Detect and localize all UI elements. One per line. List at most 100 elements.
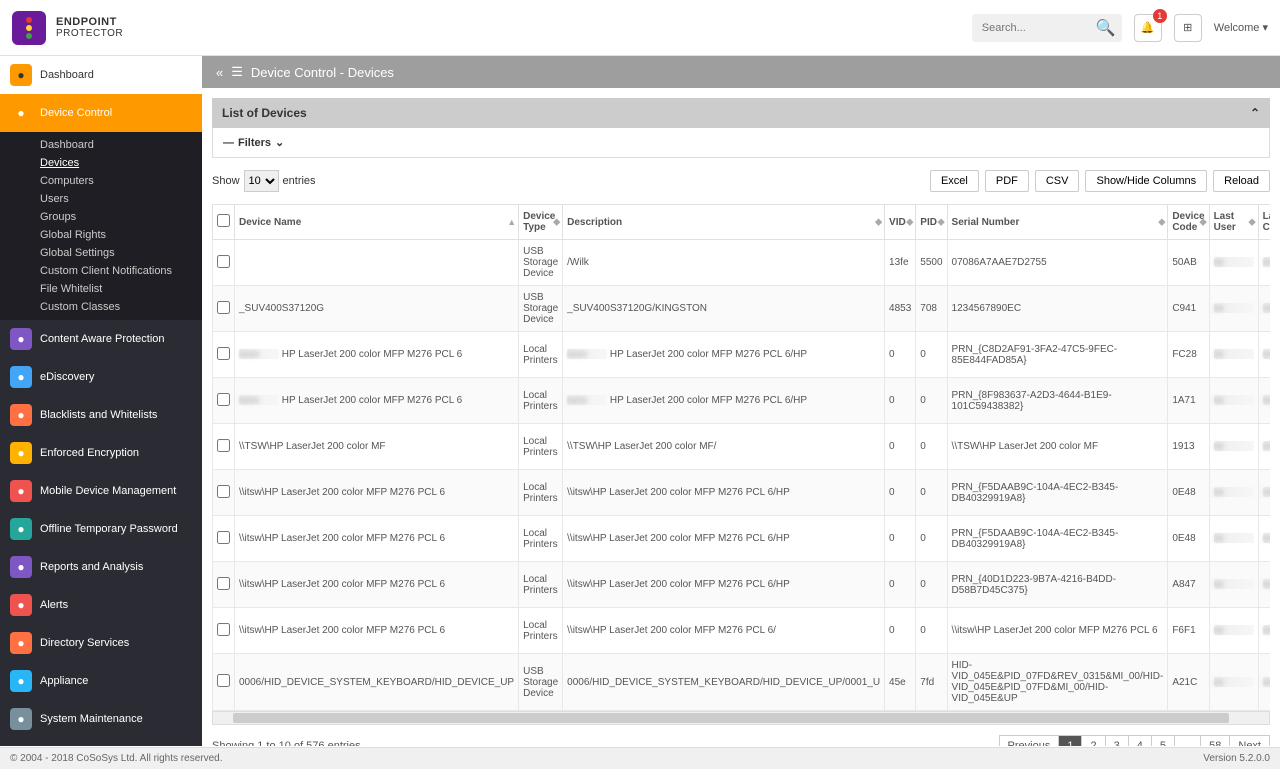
cell-computer: xxxx bbox=[1258, 654, 1270, 711]
subnav-item[interactable]: Dashboard bbox=[40, 136, 202, 154]
cell-code: A847 bbox=[1168, 562, 1209, 608]
sidebar-item[interactable]: ●Blacklists and Whitelists bbox=[0, 396, 202, 434]
sort-icon: ▲ bbox=[507, 217, 516, 227]
column-header[interactable]: VID◆ bbox=[885, 205, 916, 240]
filters-toggle[interactable]: — Filters ⌄ bbox=[223, 136, 284, 149]
header: ENDPOINTPROTECTOR 🔍 🔔1 ⊞ Welcome ▾ bbox=[0, 0, 1280, 56]
cell-type: Local Printers bbox=[519, 608, 563, 654]
sidebar-item[interactable]: ●Offline Temporary Password bbox=[0, 510, 202, 548]
collapse-sidebar-icon[interactable]: « bbox=[216, 65, 223, 80]
subnav-item[interactable]: Groups bbox=[40, 208, 202, 226]
sidebar-item-label: Blacklists and Whitelists bbox=[40, 409, 157, 421]
sort-icon: ◆ bbox=[875, 217, 882, 228]
sidebar-item[interactable]: ●System Maintenance bbox=[0, 700, 202, 738]
reload-button[interactable]: Reload bbox=[1213, 170, 1270, 192]
cell-sn: PRN_{40D1D223-9B7A-4216-B4DD-D58B7D45C37… bbox=[947, 562, 1168, 608]
subnav-item[interactable]: Computers bbox=[40, 172, 202, 190]
subnav-item[interactable]: Users bbox=[40, 190, 202, 208]
column-header[interactable]: PID◆ bbox=[916, 205, 947, 240]
subnav-item[interactable]: Global Settings bbox=[40, 244, 202, 262]
page-button[interactable]: ... bbox=[1174, 735, 1201, 746]
row-checkbox[interactable] bbox=[217, 531, 230, 544]
cell-pid: 0 bbox=[916, 562, 947, 608]
cell-type: Local Printers bbox=[519, 470, 563, 516]
row-checkbox[interactable] bbox=[217, 347, 230, 360]
subnav-item[interactable]: Global Rights bbox=[40, 226, 202, 244]
cell-computer: xxxx bbox=[1258, 562, 1270, 608]
search-box: 🔍 bbox=[972, 14, 1122, 42]
column-header[interactable]: Last Computer◆ bbox=[1258, 205, 1270, 240]
subnav-item[interactable]: Devices bbox=[40, 154, 202, 172]
page-button[interactable]: Previous bbox=[999, 735, 1060, 746]
cell-sn: PRN_{F5DAAB9C-104A-4EC2-B345-DB40329919A… bbox=[947, 516, 1168, 562]
grid-icon[interactable]: ⊞ bbox=[1174, 14, 1202, 42]
nav-icon: ● bbox=[10, 366, 32, 388]
column-header[interactable]: Device Type◆ bbox=[519, 205, 563, 240]
csv-button[interactable]: CSV bbox=[1035, 170, 1080, 192]
row-checkbox[interactable] bbox=[217, 623, 230, 636]
welcome-menu[interactable]: Welcome ▾ bbox=[1214, 21, 1268, 34]
sidebar-item[interactable]: ●Dashboard bbox=[0, 56, 202, 94]
entries-select[interactable]: 10 bbox=[244, 170, 279, 192]
search-icon[interactable]: 🔍 bbox=[1096, 18, 1116, 38]
sort-icon: ◆ bbox=[1158, 217, 1165, 228]
subnav-item[interactable]: Custom Client Notifications bbox=[40, 262, 202, 280]
brand-text: ENDPOINTPROTECTOR bbox=[56, 16, 123, 39]
cell-vid: 4853 bbox=[885, 286, 916, 332]
column-header[interactable]: Description◆ bbox=[563, 205, 885, 240]
row-checkbox[interactable] bbox=[217, 301, 230, 314]
page-button[interactable]: 58 bbox=[1200, 735, 1230, 746]
row-checkbox[interactable] bbox=[217, 439, 230, 452]
sidebar-item[interactable]: ●System Configuration bbox=[0, 738, 202, 746]
sidebar-item[interactable]: ●Reports and Analysis bbox=[0, 548, 202, 586]
showhide-columns-button[interactable]: Show/Hide Columns bbox=[1085, 170, 1207, 192]
page-button[interactable]: 5 bbox=[1151, 735, 1175, 746]
cell-name: _SUV400S37120G bbox=[235, 286, 519, 332]
cell-user: xx bbox=[1209, 424, 1258, 470]
sidebar-item-label: Content Aware Protection bbox=[40, 333, 165, 345]
horizontal-scrollbar[interactable] bbox=[212, 711, 1270, 725]
row-checkbox[interactable] bbox=[217, 674, 230, 687]
row-checkbox[interactable] bbox=[217, 485, 230, 498]
sidebar-item[interactable]: ●Content Aware Protection bbox=[0, 320, 202, 358]
page-button[interactable]: 2 bbox=[1081, 735, 1105, 746]
page-button[interactable]: 3 bbox=[1105, 735, 1129, 746]
excel-button[interactable]: Excel bbox=[930, 170, 979, 192]
row-checkbox[interactable] bbox=[217, 577, 230, 590]
select-all-checkbox[interactable] bbox=[217, 214, 230, 227]
cell-code: F6F1 bbox=[1168, 608, 1209, 654]
sidebar-item[interactable]: ●Appliance bbox=[0, 662, 202, 700]
cell-desc: \\itsw\HP LaserJet 200 color MFP M276 PC… bbox=[563, 470, 885, 516]
cell-type: Local Printers bbox=[519, 332, 563, 378]
row-checkbox[interactable] bbox=[217, 393, 230, 406]
sidebar-item[interactable]: ●Enforced Encryption bbox=[0, 434, 202, 472]
nav-icon: ● bbox=[10, 480, 32, 502]
subnav-item[interactable]: Custom Classes bbox=[40, 298, 202, 316]
cell-computer: xxxx bbox=[1258, 378, 1270, 424]
column-header[interactable]: Last User◆ bbox=[1209, 205, 1258, 240]
sidebar-item[interactable]: ●Directory Services bbox=[0, 624, 202, 662]
sidebar-item-label: Reports and Analysis bbox=[40, 561, 143, 573]
cell-sn: HID-VID_045E&PID_07FD&REV_0315&MI_00/HID… bbox=[947, 654, 1168, 711]
sidebar-item[interactable]: ●Mobile Device Management bbox=[0, 472, 202, 510]
cell-desc: 0006/HID_DEVICE_SYSTEM_KEYBOARD/HID_DEVI… bbox=[563, 654, 885, 711]
column-header[interactable]: Serial Number◆ bbox=[947, 205, 1168, 240]
cell-code: 50AB bbox=[1168, 240, 1209, 286]
logo bbox=[12, 11, 46, 45]
sidebar-item[interactable]: ●eDiscovery bbox=[0, 358, 202, 396]
column-header[interactable]: Device Code◆ bbox=[1168, 205, 1209, 240]
sidebar-item[interactable]: ●Device Control bbox=[0, 94, 202, 132]
notification-bell-icon[interactable]: 🔔1 bbox=[1134, 14, 1162, 42]
pdf-button[interactable]: PDF bbox=[985, 170, 1029, 192]
subnav-item[interactable]: File Whitelist bbox=[40, 280, 202, 298]
sidebar-item[interactable]: ●Alerts bbox=[0, 586, 202, 624]
page-button[interactable]: 1 bbox=[1058, 735, 1082, 746]
table-row: _SUV400S37120GUSB Storage Device_SUV400S… bbox=[213, 286, 1271, 332]
row-checkbox[interactable] bbox=[217, 255, 230, 268]
page-button[interactable]: 4 bbox=[1128, 735, 1152, 746]
cell-code: C941 bbox=[1168, 286, 1209, 332]
page-button[interactable]: Next bbox=[1229, 735, 1270, 746]
panel-collapse-icon[interactable]: ⌃ bbox=[1250, 106, 1260, 120]
cell-user: xx bbox=[1209, 378, 1258, 424]
column-header[interactable]: Device Name▲ bbox=[235, 205, 519, 240]
